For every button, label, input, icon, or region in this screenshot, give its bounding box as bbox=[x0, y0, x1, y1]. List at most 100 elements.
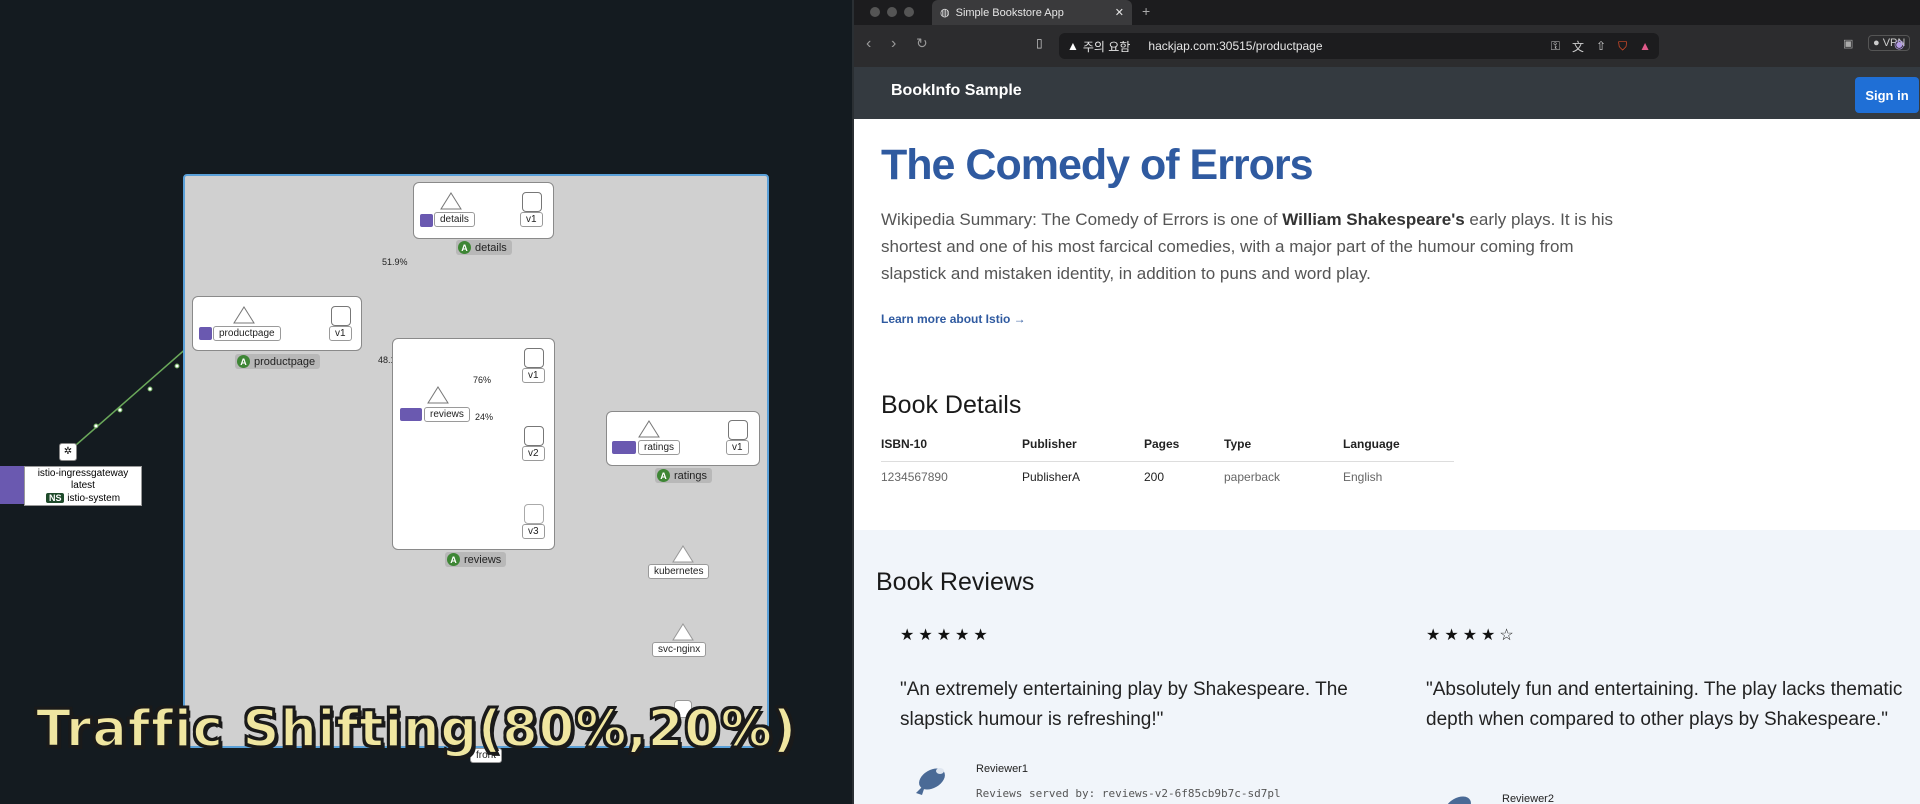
video-caption: Traffic Shifting(80%,20%) bbox=[35, 699, 798, 760]
review2-stars: ★★★★☆ bbox=[1426, 627, 1518, 644]
ingress-vs-icon bbox=[0, 466, 24, 504]
productpage-v1-label[interactable]: v1 bbox=[329, 326, 352, 341]
review2-text: "Absolutely fun and entertaining. The pl… bbox=[1426, 679, 1903, 730]
details-vs-icon bbox=[420, 214, 433, 227]
reviews-service-icon[interactable] bbox=[427, 386, 449, 404]
back-icon[interactable]: ‹ bbox=[866, 35, 871, 53]
address-bar[interactable]: ▲ 주의 요함 hackjap.com:30515/productpage ⚿ … bbox=[1059, 33, 1659, 59]
reviews-v2-label[interactable]: v2 bbox=[522, 446, 545, 461]
window-maximize-icon[interactable] bbox=[904, 7, 914, 17]
details-header-row: ISBN-10 Publisher Pages Type Language bbox=[881, 429, 1454, 462]
col-language: Language bbox=[1343, 429, 1454, 462]
review1-served-by: Reviews served by: reviews-v2-6f85cb9b7c… bbox=[976, 787, 1281, 800]
table-row: 1234567890 PublisherA 200 paperback Engl… bbox=[881, 462, 1454, 493]
kiali-graph-pane: details v1 Adetails 51.9% productpage v1… bbox=[0, 0, 852, 804]
book-title: The Comedy of Errors bbox=[881, 141, 1314, 189]
profile-icon[interactable]: ◉ bbox=[1894, 37, 1904, 51]
col-type: Type bbox=[1224, 429, 1343, 462]
browser-window: ◍ Simple Bookstore App ✕ + ‹ › ↻ ▯ ▣ ● V… bbox=[854, 0, 1920, 804]
isbn-value: 1234567890 bbox=[881, 470, 948, 484]
ingress-namespace: istio-system bbox=[67, 493, 121, 504]
tab-title: Simple Bookstore App bbox=[955, 6, 1064, 19]
key-icon[interactable]: ⚿ bbox=[1551, 39, 1560, 54]
ingress-name: istio-ingressgateway bbox=[37, 468, 129, 479]
brave-shield-icon[interactable]: ⛉ bbox=[1618, 39, 1627, 54]
review1-avatar bbox=[916, 768, 945, 795]
productpage-label[interactable]: productpage bbox=[213, 326, 281, 341]
tab-close-icon[interactable]: ✕ bbox=[1115, 6, 1124, 19]
bookmark-icon[interactable]: ▯ bbox=[1036, 36, 1043, 50]
share-icon[interactable]: ⇧ bbox=[1596, 39, 1606, 53]
learn-more-link[interactable]: Learn more about Istio → bbox=[881, 312, 1026, 326]
tab-bar: ◍ Simple Bookstore App ✕ + bbox=[854, 0, 1920, 25]
reviews-v1-label[interactable]: v1 bbox=[522, 368, 545, 383]
book-details-table: ISBN-10 Publisher Pages Type Language 12… bbox=[881, 429, 1454, 492]
review1-stars: ★★★★★ bbox=[900, 627, 992, 644]
book-details-heading: Book Details bbox=[881, 391, 1022, 419]
ratings-workload-icon[interactable] bbox=[728, 420, 748, 440]
productpage-vs-icon bbox=[199, 327, 212, 340]
ratings-vs-icon bbox=[612, 441, 636, 454]
sign-in-button[interactable]: Sign in bbox=[1855, 77, 1919, 113]
tab-bookstore[interactable]: ◍ Simple Bookstore App ✕ bbox=[932, 0, 1132, 25]
reviews-label[interactable]: reviews bbox=[424, 407, 470, 422]
reviews-v1-pct: 76% bbox=[473, 375, 492, 385]
details-service-icon[interactable] bbox=[440, 192, 462, 210]
review2-avatar bbox=[1445, 796, 1471, 804]
pages-value: 200 bbox=[1144, 470, 1165, 484]
translate-icon[interactable]: 文 bbox=[1572, 38, 1584, 55]
language-value: English bbox=[1343, 470, 1383, 484]
security-warning[interactable]: 주의 요함 bbox=[1083, 38, 1131, 55]
details-v1-label[interactable]: v1 bbox=[520, 212, 543, 227]
reviews-v2-pct: 24% bbox=[475, 412, 494, 422]
globe-icon: ◍ bbox=[940, 7, 950, 19]
url-text[interactable]: hackjap.com:30515/productpage bbox=[1148, 39, 1542, 53]
publisher-value: PublisherA bbox=[1022, 470, 1081, 484]
details-label[interactable]: details bbox=[434, 212, 475, 227]
col-isbn: ISBN-10 bbox=[881, 429, 1022, 462]
ratings-service-icon[interactable] bbox=[638, 420, 660, 438]
ingress-version: latest bbox=[71, 480, 95, 491]
svc-nginx-service-icon[interactable] bbox=[672, 623, 694, 641]
book-reviews-heading: Book Reviews bbox=[876, 568, 1035, 596]
reviews-vs-icon bbox=[400, 408, 422, 421]
ratings-v1-label[interactable]: v1 bbox=[726, 440, 749, 455]
productpage-workload-icon[interactable] bbox=[331, 306, 351, 326]
book-summary: Wikipedia Summary: The Comedy of Errors … bbox=[881, 210, 1614, 283]
warning-icon: ▲ bbox=[1067, 39, 1079, 53]
reviews-v3-label[interactable]: v3 bbox=[522, 524, 545, 539]
ingress-gateway-icon[interactable]: ✲ bbox=[59, 443, 77, 461]
details-app-badge[interactable]: Adetails bbox=[456, 240, 512, 255]
review2-reviewer: Reviewer2 bbox=[1502, 793, 1554, 804]
namespace-badge: NS bbox=[45, 493, 65, 503]
reviews-v1-icon[interactable] bbox=[524, 348, 544, 368]
reviews-v2-icon[interactable] bbox=[524, 426, 544, 446]
reviews-v3-icon[interactable] bbox=[524, 504, 544, 524]
review1-text: "An extremely entertaining play by Shake… bbox=[900, 679, 1348, 730]
ingress-namespace-row: NS istio-system bbox=[25, 492, 141, 505]
ingress-node-box[interactable]: istio-ingressgateway latest NS istio-sys… bbox=[24, 466, 142, 506]
kubernetes-service-icon[interactable] bbox=[672, 545, 694, 563]
productpage-service-icon[interactable] bbox=[233, 306, 255, 324]
type-value: paperback bbox=[1224, 470, 1281, 484]
productpage-app-badge[interactable]: Aproductpage bbox=[235, 354, 321, 369]
ratings-app-badge[interactable]: Aratings bbox=[655, 468, 713, 483]
window-close-icon[interactable] bbox=[870, 7, 880, 17]
kubernetes-label[interactable]: kubernetes bbox=[648, 564, 710, 579]
reload-icon[interactable]: ↻ bbox=[916, 35, 928, 52]
brave-rewards-icon[interactable]: ▲ bbox=[1639, 39, 1651, 53]
window-minimize-icon[interactable] bbox=[887, 7, 897, 17]
app-navbar: BookInfo Sample Sign in bbox=[854, 67, 1920, 119]
review1-reviewer: Reviewer1 bbox=[976, 763, 1028, 775]
extension-icon[interactable]: ▣ bbox=[1843, 37, 1853, 50]
details-workload-icon[interactable] bbox=[522, 192, 542, 212]
col-publisher: Publisher bbox=[1022, 429, 1144, 462]
col-pages: Pages bbox=[1144, 429, 1224, 462]
new-tab-icon[interactable]: + bbox=[1142, 3, 1150, 19]
reviews-app-badge[interactable]: Areviews bbox=[445, 552, 507, 567]
details-edge-pct: 51.9% bbox=[382, 257, 408, 267]
svc-nginx-label[interactable]: svc-nginx bbox=[652, 642, 707, 657]
brand-label[interactable]: BookInfo Sample bbox=[891, 67, 1022, 114]
ratings-label[interactable]: ratings bbox=[638, 440, 681, 455]
forward-icon[interactable]: › bbox=[891, 35, 896, 53]
